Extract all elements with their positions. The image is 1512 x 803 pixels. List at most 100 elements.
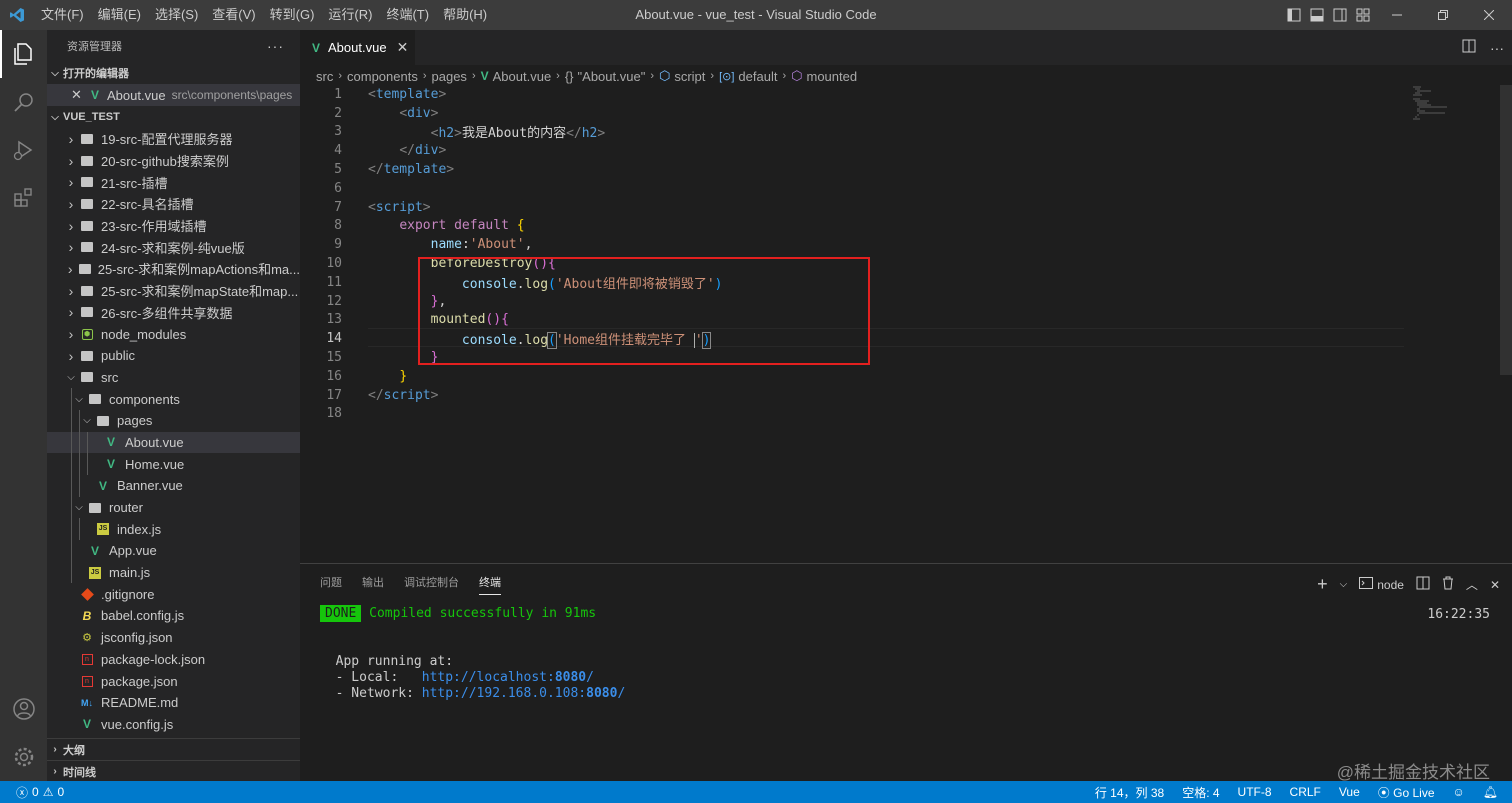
- toggle-secondary-sidebar-icon[interactable]: [1328, 0, 1351, 30]
- problems-status[interactable]: ⓧ 0 ⚠ 0: [0, 784, 64, 801]
- close-panel-icon[interactable]: ✕: [1490, 578, 1500, 592]
- manage-gear-icon[interactable]: [0, 733, 47, 781]
- network-url[interactable]: http://192.168.0.108:8080/: [422, 686, 626, 701]
- breadcrumb-components[interactable]: components: [347, 69, 418, 84]
- tree-item[interactable]: JS index.js: [47, 518, 300, 541]
- broadcast-icon: ⦿: [1377, 785, 1390, 800]
- restore-icon[interactable]: [1420, 0, 1466, 30]
- breadcrumb-default[interactable]: default: [738, 69, 777, 84]
- tab-output[interactable]: 输出: [362, 574, 384, 595]
- more-actions-icon[interactable]: ···: [267, 38, 284, 54]
- tab-about-vue[interactable]: V About.vue ✕: [300, 30, 415, 65]
- code-line-17: 17 </script>: [326, 387, 439, 403]
- compiled-message: Compiled successfully in 91ms: [369, 606, 597, 621]
- indentation[interactable]: 空格: 4: [1182, 784, 1219, 801]
- terminal-output[interactable]: DONE Compiled successfully in 91ms App r…: [320, 605, 626, 702]
- menu-view[interactable]: 查看(V): [205, 0, 262, 30]
- open-editors-section[interactable]: ⌵ 打开的编辑器: [47, 62, 300, 84]
- tree-item[interactable]: › 23-src-作用域插槽: [47, 215, 300, 237]
- tree-item[interactable]: › 20-src-github搜索案例: [47, 150, 300, 172]
- split-terminal-icon[interactable]: [1416, 576, 1430, 593]
- tree-item[interactable]: › 25-src-求和案例mapState和map...: [47, 280, 300, 302]
- tree-item[interactable]: Bbabel.config.js: [47, 605, 300, 627]
- menu-selection[interactable]: 选择(S): [148, 0, 205, 30]
- vertical-scrollbar[interactable]: [1500, 85, 1512, 375]
- new-terminal-icon[interactable]: +: [1317, 574, 1328, 595]
- git-icon: [79, 586, 95, 602]
- breadcrumb-src[interactable]: src: [316, 69, 333, 84]
- tree-item[interactable]: ⌵ components: [47, 388, 300, 410]
- tree-item[interactable]: ⚙ jsconfig.json: [47, 627, 300, 649]
- tab-terminal[interactable]: 终端: [479, 574, 501, 595]
- cursor-position[interactable]: 行 14，列 38: [1095, 784, 1164, 801]
- tree-item[interactable]: .gitignore: [47, 583, 300, 605]
- menu-terminal[interactable]: 终端(T): [379, 0, 436, 30]
- search-icon[interactable]: [0, 78, 47, 126]
- minimize-icon[interactable]: [1374, 0, 1420, 30]
- tree-item[interactable]: V Banner.vue: [47, 475, 300, 497]
- tree-item[interactable]: › 26-src-多组件共享数据: [47, 302, 300, 324]
- tree-item[interactable]: › 19-src-配置代理服务器: [47, 128, 300, 150]
- line-ending[interactable]: CRLF: [1290, 785, 1321, 799]
- toggle-primary-sidebar-icon[interactable]: [1282, 0, 1305, 30]
- feedback-icon[interactable]: ☺: [1453, 785, 1465, 799]
- language-mode[interactable]: Vue: [1339, 785, 1360, 799]
- chevron-down-icon[interactable]: ⌵: [1340, 579, 1348, 590]
- outline-section[interactable]: › 大纲: [47, 738, 300, 760]
- json-config-icon: ⚙: [82, 632, 92, 645]
- close-tab-icon[interactable]: ✕: [397, 39, 409, 56]
- tree-item[interactable]: › 24-src-求和案例-纯vue版: [47, 236, 300, 258]
- more-actions-icon[interactable]: ···: [1490, 40, 1504, 56]
- notifications-bell-icon[interactable]: 🔔︎: [1483, 785, 1498, 799]
- minimap[interactable]: [1405, 85, 1500, 225]
- tree-item[interactable]: ⌵ router: [47, 496, 300, 519]
- run-debug-icon[interactable]: [0, 126, 47, 174]
- breadcrumb-pages[interactable]: pages: [432, 69, 467, 84]
- local-url[interactable]: http://localhost:8080/: [422, 670, 594, 685]
- tree-item[interactable]: › 22-src-具名插槽: [47, 193, 300, 215]
- tree-item[interactable]: V About.vue: [47, 431, 300, 454]
- customize-layout-icon[interactable]: [1351, 0, 1374, 30]
- vue-file-icon: V: [312, 40, 321, 55]
- tree-item[interactable]: M↓ README.md: [47, 692, 300, 714]
- tree-item[interactable]: n package-lock.json: [47, 649, 300, 671]
- close-icon[interactable]: ✕: [71, 87, 87, 103]
- tree-item[interactable]: V App.vue: [47, 540, 300, 562]
- tree-item[interactable]: › ⬢ node_modules: [47, 323, 300, 345]
- tree-item[interactable]: › 21-src-插槽: [47, 171, 300, 193]
- maximize-panel-icon[interactable]: ︿: [1466, 576, 1478, 593]
- tab-debug-console[interactable]: 调试控制台: [404, 574, 459, 595]
- close-window-icon[interactable]: [1466, 0, 1512, 30]
- breadcrumb-mounted[interactable]: mounted: [807, 69, 858, 84]
- tree-item[interactable]: JS main.js: [47, 561, 300, 584]
- tree-item[interactable]: ⌵ src: [47, 367, 300, 389]
- open-editor-item[interactable]: ✕ V About.vue src\components\pages: [47, 84, 300, 106]
- menu-go[interactable]: 转到(G): [263, 0, 322, 30]
- toggle-panel-icon[interactable]: [1305, 0, 1328, 30]
- tree-item[interactable]: › public: [47, 345, 300, 367]
- tree-item[interactable]: n package.json: [47, 670, 300, 692]
- indent-guide: [79, 518, 80, 541]
- menu-help[interactable]: 帮助(H): [436, 0, 494, 30]
- explorer-icon[interactable]: [0, 30, 47, 78]
- accounts-icon[interactable]: [0, 685, 47, 733]
- breadcrumb-object[interactable]: "About.vue": [578, 69, 646, 84]
- breadcrumb-file[interactable]: About.vue: [493, 69, 552, 84]
- menu-file[interactable]: 文件(F): [34, 0, 91, 30]
- breadcrumb-script[interactable]: script: [674, 69, 705, 84]
- tree-item[interactable]: › 25-src-求和案例mapActions和ma...: [47, 258, 300, 280]
- split-editor-icon[interactable]: [1462, 39, 1476, 56]
- timeline-section[interactable]: › 时间线: [47, 760, 300, 781]
- go-live-button[interactable]: ⦿ Go Live: [1378, 784, 1435, 801]
- tab-problems[interactable]: 问题: [320, 574, 342, 595]
- menu-edit[interactable]: 编辑(E): [91, 0, 148, 30]
- terminal-shell-label[interactable]: node: [1377, 578, 1404, 592]
- tree-item[interactable]: Vvue.config.js: [47, 714, 300, 736]
- encoding[interactable]: UTF-8: [1238, 785, 1272, 799]
- project-section[interactable]: ⌵ VUE_TEST: [47, 106, 300, 128]
- menu-run[interactable]: 运行(R): [321, 0, 379, 30]
- trash-icon[interactable]: [1442, 576, 1454, 593]
- tree-item[interactable]: ⌵ pages: [47, 409, 300, 432]
- extensions-icon[interactable]: [0, 174, 47, 222]
- tree-item[interactable]: V Home.vue: [47, 453, 300, 475]
